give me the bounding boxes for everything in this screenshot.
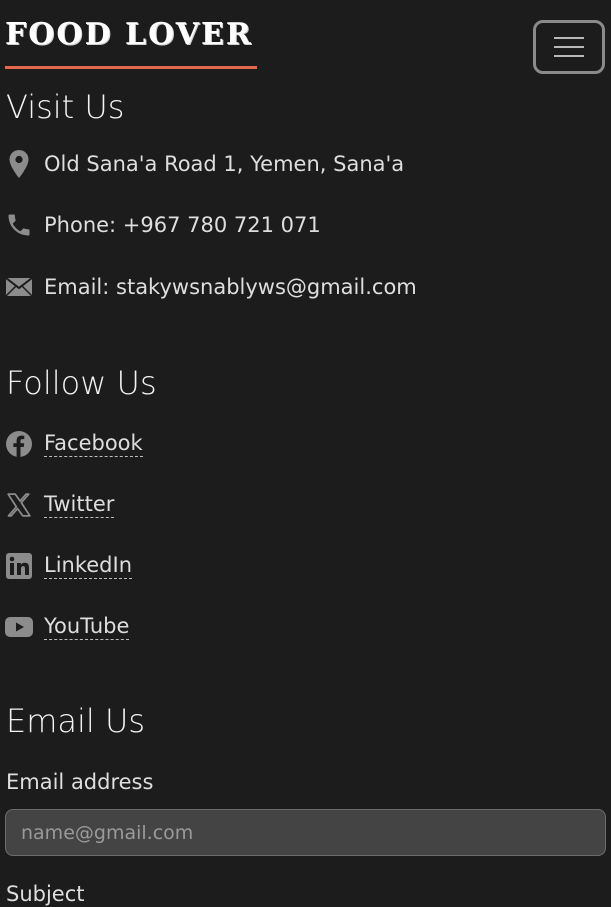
- subject-label: Subject: [6, 882, 85, 906]
- phone-item: Phone: +967 780 721 071: [5, 211, 321, 239]
- social-link-linkedin[interactable]: LinkedIn: [5, 552, 133, 580]
- email-text: Email: stakywsnablyws@gmail.com: [44, 275, 417, 299]
- social-link-twitter[interactable]: Twitter: [5, 491, 115, 519]
- brand-logo[interactable]: FOOD LOVER: [5, 14, 253, 56]
- brand-underline: [5, 66, 257, 69]
- location-pin-icon: [5, 150, 33, 178]
- facebook-icon: [5, 430, 33, 458]
- address-item: Old Sana'a Road 1, Yemen, Sana'a: [5, 150, 404, 178]
- facebook-link-label[interactable]: Facebook: [44, 431, 143, 457]
- email-address-label: Email address: [6, 770, 154, 794]
- linkedin-icon: [5, 552, 33, 580]
- youtube-link-label[interactable]: YouTube: [44, 614, 130, 640]
- address-text: Old Sana'a Road 1, Yemen, Sana'a: [44, 152, 405, 176]
- visit-us-heading: Visit Us: [6, 88, 125, 126]
- social-link-youtube[interactable]: YouTube: [5, 613, 130, 641]
- email-address-input[interactable]: [5, 809, 606, 856]
- twitter-link-label[interactable]: Twitter: [44, 492, 115, 518]
- hamburger-menu-icon: [554, 37, 584, 57]
- email-us-heading: Email Us: [6, 702, 146, 740]
- navbar-toggler-button[interactable]: [533, 20, 605, 74]
- social-link-facebook[interactable]: Facebook: [5, 430, 143, 458]
- x-twitter-icon: [5, 491, 33, 519]
- email-item: Email: stakywsnablyws@gmail.com: [5, 273, 417, 301]
- youtube-icon: [5, 613, 33, 641]
- follow-us-heading: Follow Us: [6, 364, 157, 402]
- linkedin-link-label[interactable]: LinkedIn: [44, 553, 133, 579]
- phone-icon: [5, 211, 33, 239]
- phone-text: Phone: +967 780 721 071: [44, 213, 321, 237]
- envelope-icon: [5, 273, 33, 301]
